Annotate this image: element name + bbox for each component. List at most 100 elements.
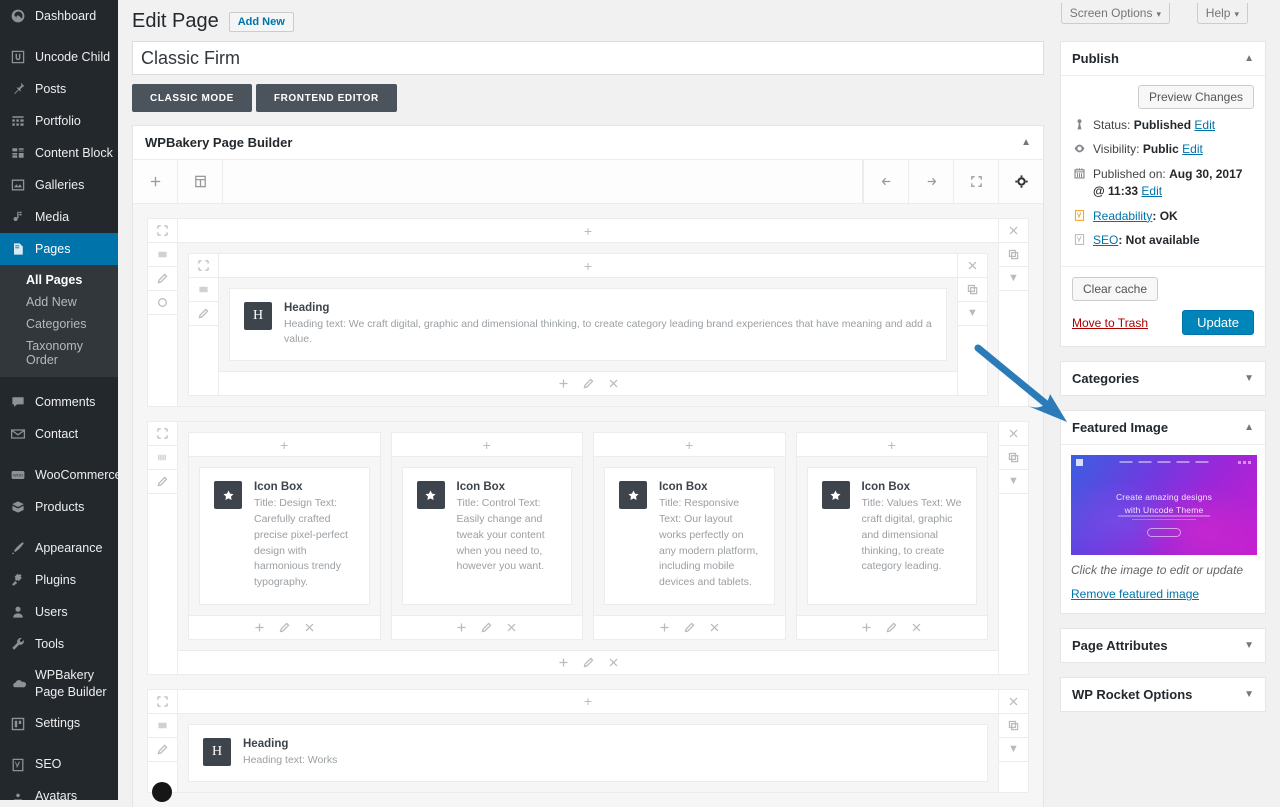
row-drag-handle-icon[interactable] bbox=[148, 422, 177, 447]
sidebar-item-users[interactable]: Users bbox=[0, 596, 118, 628]
element-icon-box[interactable]: Icon Box Title: Responsive Text: Our lay… bbox=[604, 467, 775, 605]
seo-link[interactable]: SEO bbox=[1093, 233, 1118, 247]
sidebar-item-woocommerce[interactable]: WOO WooCommerce bbox=[0, 459, 118, 491]
update-button[interactable]: Update bbox=[1182, 310, 1254, 336]
element-heading[interactable]: H Heading Heading text: We craft digital… bbox=[229, 288, 947, 362]
close-icon[interactable] bbox=[608, 378, 619, 389]
column-add-element-strip[interactable]: + bbox=[594, 433, 785, 458]
element-icon-box[interactable]: Icon Box Title: Design Text: Carefully c… bbox=[199, 467, 370, 605]
featured-image-thumbnail[interactable]: Create amazing designs with Uncode Theme bbox=[1071, 455, 1257, 556]
edit-pencil-icon[interactable] bbox=[684, 622, 695, 633]
sidebar-subitem-all-pages[interactable]: All Pages bbox=[0, 269, 118, 291]
add-icon[interactable] bbox=[558, 378, 569, 389]
inner-row-chevron-down-icon[interactable]: ▼ bbox=[958, 302, 987, 326]
row-extra-icon[interactable] bbox=[148, 291, 177, 315]
inner-row-drag-handle-icon[interactable] bbox=[189, 254, 218, 278]
edit-pencil-icon[interactable] bbox=[583, 657, 594, 668]
add-icon[interactable] bbox=[861, 622, 872, 633]
clear-cache-button[interactable]: Clear cache bbox=[1072, 277, 1159, 302]
element-icon-box[interactable]: Icon Box Title: Control Text: Easily cha… bbox=[401, 467, 572, 605]
column-add-element-strip[interactable]: + bbox=[796, 433, 987, 458]
close-icon[interactable] bbox=[709, 622, 720, 633]
row-columns-layout-icon[interactable] bbox=[148, 446, 177, 471]
row-chevron-down-icon[interactable]: ▼ bbox=[999, 267, 1028, 291]
sidebar-subitem-categories[interactable]: Categories bbox=[0, 313, 118, 335]
sidebar-item-pages[interactable]: Pages bbox=[0, 233, 118, 265]
sidebar-subitem-add-new[interactable]: Add New bbox=[0, 291, 118, 313]
chevron-down-icon[interactable]: ▼ bbox=[1244, 373, 1254, 384]
sidebar-item-plugins[interactable]: Plugins bbox=[0, 564, 118, 596]
sidebar-item-contact[interactable]: Contact bbox=[0, 418, 118, 450]
sidebar-item-dashboard[interactable]: Dashboard bbox=[0, 0, 118, 32]
inner-row-close-icon[interactable] bbox=[958, 254, 987, 278]
row-duplicate-icon[interactable] bbox=[999, 243, 1028, 267]
sidebar-item-comments[interactable]: Comments bbox=[0, 386, 118, 418]
row-add-element-strip[interactable]: + bbox=[178, 219, 998, 243]
gear-icon[interactable] bbox=[998, 160, 1043, 203]
readability-link[interactable]: Readability bbox=[1093, 209, 1152, 223]
close-icon[interactable] bbox=[506, 622, 517, 633]
row-duplicate-icon[interactable] bbox=[999, 446, 1028, 471]
row-duplicate-icon[interactable] bbox=[999, 714, 1028, 738]
wp-rocket-options-box-header[interactable]: WP Rocket Options ▼ bbox=[1061, 678, 1265, 711]
row-close-icon[interactable] bbox=[999, 219, 1028, 243]
inner-row-duplicate-icon[interactable] bbox=[958, 278, 987, 302]
edit-pencil-icon[interactable] bbox=[583, 378, 594, 389]
inner-row-layout-icon[interactable] bbox=[189, 278, 218, 302]
add-icon[interactable] bbox=[659, 622, 670, 633]
sidebar-item-products[interactable]: Products bbox=[0, 491, 118, 523]
classic-mode-button[interactable]: CLASSIC MODE bbox=[132, 84, 252, 112]
edit-pencil-icon[interactable] bbox=[279, 622, 290, 633]
sidebar-item-settings[interactable]: Settings bbox=[0, 708, 118, 740]
sidebar-item-seo[interactable]: SEO bbox=[0, 749, 118, 781]
inner-row-add-element-strip[interactable]: + bbox=[219, 254, 957, 278]
sidebar-item-appearance[interactable]: Appearance bbox=[0, 532, 118, 564]
row-edit-pencil-icon[interactable] bbox=[148, 738, 177, 762]
sidebar-subitem-taxonomy-order[interactable]: Taxonomy Order bbox=[0, 335, 118, 371]
sidebar-item-tools[interactable]: Tools bbox=[0, 628, 118, 660]
sidebar-item-media[interactable]: Media bbox=[0, 201, 118, 233]
status-edit-link[interactable]: Edit bbox=[1194, 118, 1215, 132]
element-heading[interactable]: H Heading Heading text: Works bbox=[188, 723, 988, 783]
sidebar-item-posts[interactable]: Posts bbox=[0, 73, 118, 105]
column-add-element-strip[interactable]: + bbox=[391, 433, 582, 458]
close-icon[interactable] bbox=[608, 657, 619, 668]
add-icon[interactable] bbox=[254, 622, 265, 633]
visibility-edit-link[interactable]: Edit bbox=[1182, 142, 1203, 156]
categories-box-header[interactable]: Categories ▼ bbox=[1061, 362, 1265, 395]
row-layout-icon[interactable] bbox=[148, 243, 177, 267]
row-chevron-down-icon[interactable]: ▼ bbox=[999, 738, 1028, 762]
sidebar-item-portfolio[interactable]: Portfolio bbox=[0, 105, 118, 137]
chevron-up-icon[interactable]: ▲ bbox=[1021, 137, 1031, 148]
page-attributes-box-header[interactable]: Page Attributes ▼ bbox=[1061, 629, 1265, 662]
undo-arrow-icon[interactable] bbox=[863, 160, 908, 203]
row-edit-pencil-icon[interactable] bbox=[148, 470, 177, 495]
column-add-element-strip[interactable]: + bbox=[189, 433, 380, 458]
row-close-icon[interactable] bbox=[999, 690, 1028, 714]
row-edit-pencil-icon[interactable] bbox=[148, 267, 177, 291]
sidebar-item-wpbakery-page-builder[interactable]: WPBakery Page Builder bbox=[0, 660, 118, 708]
chevron-down-icon[interactable]: ▼ bbox=[1244, 689, 1254, 700]
edit-pencil-icon[interactable] bbox=[886, 622, 897, 633]
add-new-button[interactable]: Add New bbox=[228, 11, 294, 32]
row-add-element-strip[interactable]: + bbox=[178, 689, 998, 714]
row-drag-handle-icon[interactable] bbox=[148, 219, 177, 243]
post-title-input[interactable] bbox=[132, 41, 1044, 75]
sidebar-item-galleries[interactable]: Galleries bbox=[0, 169, 118, 201]
published-edit-link[interactable]: Edit bbox=[1141, 184, 1162, 198]
inner-row-edit-pencil-icon[interactable] bbox=[189, 302, 218, 326]
frontend-editor-button[interactable]: FRONTEND EDITOR bbox=[255, 84, 397, 112]
close-icon[interactable] bbox=[911, 622, 922, 633]
add-icon[interactable] bbox=[558, 657, 569, 668]
chevron-up-icon[interactable]: ▲ bbox=[1244, 422, 1254, 433]
chevron-down-icon[interactable]: ▼ bbox=[1244, 640, 1254, 651]
row-drag-handle-icon[interactable] bbox=[148, 690, 177, 714]
row-chevron-down-icon[interactable]: ▼ bbox=[999, 470, 1028, 495]
fullscreen-icon[interactable] bbox=[953, 160, 998, 203]
templates-icon[interactable] bbox=[178, 160, 223, 203]
redo-arrow-icon[interactable] bbox=[908, 160, 953, 203]
add-element-button[interactable] bbox=[133, 160, 178, 203]
sidebar-item-uncode-child[interactable]: Uncode Child bbox=[0, 41, 118, 73]
add-icon[interactable] bbox=[456, 622, 467, 633]
row-layout-icon[interactable] bbox=[148, 714, 177, 738]
